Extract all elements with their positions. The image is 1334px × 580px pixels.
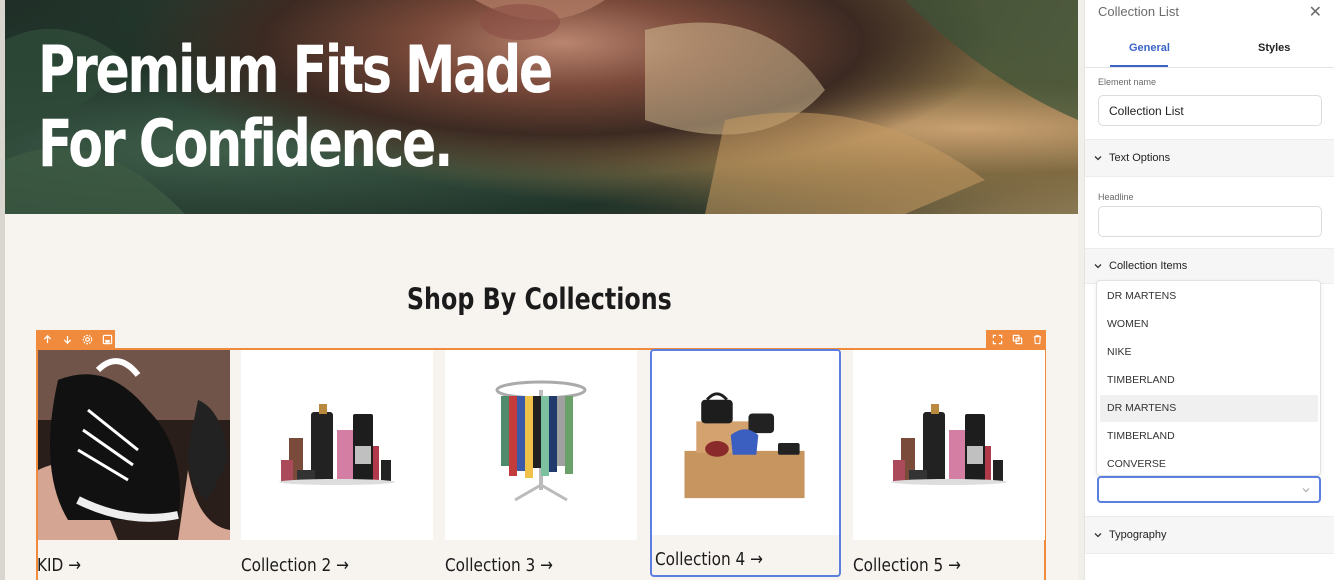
- element-toolbar-left: [36, 330, 115, 348]
- cosmetics-illustration: [241, 350, 433, 540]
- editor-canvas[interactable]: Premium Fits Made For Confidence. Shop B…: [0, 0, 1078, 580]
- collection-card-selected[interactable]: [650, 349, 841, 577]
- collection-card-label[interactable]: Collection 3 →: [445, 555, 553, 576]
- expand-icon[interactable]: [990, 332, 1005, 347]
- clothing-rack-illustration: [445, 350, 637, 540]
- gear-icon[interactable]: [80, 332, 95, 347]
- panel-header: Collection List ✕: [1085, 0, 1334, 28]
- tab-general[interactable]: General: [1129, 42, 1170, 54]
- collection-card-label[interactable]: Collection 2 →: [241, 555, 349, 576]
- chevron-down-icon: [1094, 156, 1102, 161]
- collection-card-label[interactable]: Collection 5 →: [853, 555, 961, 576]
- arrow-up-icon[interactable]: [40, 332, 55, 347]
- collection-card[interactable]: [445, 350, 637, 540]
- dropdown-option[interactable]: DR MARTENS: [1100, 283, 1318, 310]
- section-text-options[interactable]: Text Options: [1085, 139, 1334, 177]
- save-icon[interactable]: [100, 332, 115, 347]
- dropdown-option[interactable]: TIMBERLAND: [1100, 423, 1318, 450]
- element-toolbar-right: [986, 330, 1046, 348]
- section-typography-label: Typography: [1109, 529, 1167, 541]
- sneaker-photo: [38, 350, 230, 540]
- panel-tabs: General Styles: [1085, 28, 1334, 68]
- bags-boxes-illustration: [652, 351, 839, 535]
- headline-input[interactable]: [1098, 206, 1322, 237]
- dropdown-option[interactable]: TIMBERLAND: [1100, 367, 1318, 394]
- collection-select-input[interactable]: [1097, 476, 1321, 503]
- panel-title: Collection List: [1098, 4, 1179, 19]
- hero-title-line2: For Confidence.: [38, 107, 453, 182]
- section-typography[interactable]: Typography: [1085, 516, 1334, 554]
- tab-styles[interactable]: Styles: [1258, 42, 1290, 54]
- section-collection-items[interactable]: Collection Items: [1085, 248, 1334, 284]
- duplicate-icon[interactable]: [1010, 332, 1025, 347]
- cosmetics-illustration: [853, 350, 1045, 540]
- arrow-down-icon[interactable]: [60, 332, 75, 347]
- hero-banner[interactable]: Premium Fits Made For Confidence.: [5, 0, 1078, 214]
- headline-label: Headline: [1098, 192, 1134, 202]
- hero-title-line1: Premium Fits Made: [38, 33, 553, 108]
- element-name-label: Element name: [1098, 77, 1157, 87]
- collection-card-label[interactable]: Collection 4 →: [655, 549, 763, 570]
- collection-dropdown-list[interactable]: DR MARTENS WOMEN NIKE TIMBERLAND DR MART…: [1096, 280, 1321, 476]
- element-name-input[interactable]: Collection List: [1098, 95, 1322, 126]
- tab-active-underline: [1110, 65, 1168, 67]
- dropdown-option[interactable]: CONVERSE: [1100, 451, 1318, 475]
- dropdown-option[interactable]: WOMEN: [1100, 311, 1318, 338]
- chevron-down-icon: [1302, 488, 1310, 493]
- trash-icon[interactable]: [1030, 332, 1045, 347]
- collection-card-label[interactable]: KID →: [37, 555, 81, 576]
- hero-title: Premium Fits Made For Confidence.: [38, 34, 631, 182]
- dropdown-option-highlighted[interactable]: DR MARTENS: [1100, 395, 1318, 422]
- collection-card[interactable]: [38, 350, 230, 540]
- section-text-options-label: Text Options: [1109, 152, 1171, 164]
- close-icon[interactable]: ✕: [1309, 2, 1322, 22]
- chevron-down-icon: [1094, 533, 1102, 538]
- section-title: Shop By Collections: [406, 282, 672, 316]
- section-collection-items-label: Collection Items: [1109, 260, 1188, 272]
- collection-card[interactable]: [241, 350, 433, 540]
- chevron-down-icon: [1094, 264, 1102, 269]
- collection-card[interactable]: [853, 350, 1045, 540]
- dropdown-option[interactable]: NIKE: [1100, 339, 1318, 366]
